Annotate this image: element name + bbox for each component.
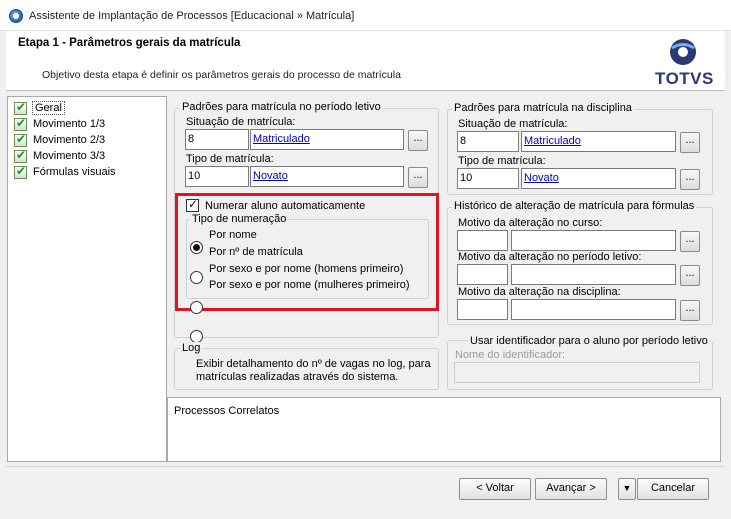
checked-step-icon xyxy=(14,164,27,179)
periodo-situacao-link[interactable]: Matriculado xyxy=(253,133,310,145)
back-button[interactable]: < Voltar xyxy=(459,478,531,500)
radio-por-matricula[interactable] xyxy=(190,271,203,284)
periodo-situacao-label: Situação de matrícula: xyxy=(186,116,296,128)
steps-tree: Geral Movimento 1/3 Movimento 2/3 Movime… xyxy=(7,96,167,462)
next-button[interactable]: Avançar > xyxy=(535,478,607,500)
step-description: Objetivo desta etapa é definir os parâme… xyxy=(42,69,401,81)
radio-por-nome-label: Por nome xyxy=(209,229,257,241)
tree-item-movimento-1[interactable]: Movimento 1/3 xyxy=(14,116,105,132)
periodo-tipo-label: Tipo de matrícula: xyxy=(186,153,274,165)
tree-item-label: Movimento 3/3 xyxy=(33,150,106,162)
totvs-logo-text: TOTVS xyxy=(655,69,714,88)
historico-curso-lookup-button[interactable]: ... xyxy=(680,231,700,252)
disciplina-tipo-lookup-button[interactable]: ... xyxy=(680,169,700,190)
checked-step-icon xyxy=(14,132,27,147)
tree-item-label: Movimento 1/3 xyxy=(33,118,106,130)
window-title: Assistente de Implantação de Processos [… xyxy=(29,10,355,22)
periodo-situacao-lookup-button[interactable]: ... xyxy=(408,130,428,151)
identificador-name-label: Nome do identificador: xyxy=(455,349,566,361)
radio-sexo-homens[interactable] xyxy=(190,301,203,314)
numerar-aluno-label: Numerar aluno automaticamente xyxy=(205,200,366,212)
disciplina-situacao-lookup-button[interactable]: ... xyxy=(680,132,700,153)
cancel-button[interactable]: Cancelar xyxy=(637,478,709,500)
historico-disciplina-lookup-button[interactable]: ... xyxy=(680,300,700,321)
historico-disciplina-label: Motivo da alteração na disciplina: xyxy=(458,286,621,298)
historico-curso-label: Motivo da alteração no curso: xyxy=(458,217,603,229)
group-periodo-title: Padrões para matrícula no período letivo xyxy=(180,101,383,113)
tree-item-movimento-2[interactable]: Movimento 2/3 xyxy=(14,132,105,148)
related-processes-title: Processos Correlatos xyxy=(174,405,280,417)
app-icon xyxy=(9,9,23,23)
disciplina-situacao-link[interactable]: Matriculado xyxy=(524,135,581,147)
periodo-tipo-code-input[interactable]: 10 xyxy=(185,166,249,187)
log-detalhamento-label-line1: Exibir detalhamento do nº de vagas no lo… xyxy=(196,358,431,370)
historico-periodo-label: Motivo da alteração no período letivo: xyxy=(458,251,642,263)
tree-item-label: Geral xyxy=(32,101,65,115)
step-title: Etapa 1 - Parâmetros gerais da matrícula xyxy=(18,37,241,49)
radio-por-nome[interactable] xyxy=(190,241,203,254)
options-dropdown-button[interactable]: ▼ xyxy=(618,478,636,500)
radio-por-matricula-label: Por nº de matrícula xyxy=(209,246,303,258)
triangle-down-icon: ▼ xyxy=(622,483,632,493)
disciplina-situacao-label: Situação de matrícula: xyxy=(458,118,568,130)
periodo-tipo-link[interactable]: Novato xyxy=(253,170,288,182)
checked-step-icon xyxy=(14,116,27,131)
identificador-name-input[interactable] xyxy=(454,362,700,383)
group-tipo-numeracao-title: Tipo de numeração xyxy=(190,213,289,225)
tree-item-label: Movimento 2/3 xyxy=(33,134,106,146)
disciplina-tipo-description[interactable]: Novato xyxy=(521,168,676,189)
log-detalhamento-label-line2: matrículas realizadas através do sistema… xyxy=(196,371,399,383)
disciplina-situacao-code-input[interactable]: 8 xyxy=(457,131,519,152)
periodo-tipo-lookup-button[interactable]: ... xyxy=(408,167,428,188)
tree-item-formulas-visuais[interactable]: Fórmulas visuais xyxy=(14,164,116,180)
historico-curso-description[interactable] xyxy=(511,230,676,251)
disciplina-situacao-description[interactable]: Matriculado xyxy=(521,131,676,152)
totvs-logo-icon xyxy=(670,39,696,65)
historico-periodo-lookup-button[interactable]: ... xyxy=(680,265,700,286)
disciplina-tipo-code-input[interactable]: 10 xyxy=(457,168,519,189)
historico-disciplina-code-input[interactable] xyxy=(457,299,508,320)
tree-item-label: Fórmulas visuais xyxy=(33,166,116,178)
tree-item-movimento-3[interactable]: Movimento 3/3 xyxy=(14,148,105,164)
usar-identificador-label: Usar identificador para o aluno por perí… xyxy=(468,335,710,347)
periodo-situacao-code-input[interactable]: 8 xyxy=(185,129,249,150)
group-log-title: Log xyxy=(180,342,203,354)
radio-sexo-homens-label: Por sexo e por nome (homens primeiro) xyxy=(209,263,404,275)
historico-periodo-description[interactable] xyxy=(511,264,676,285)
tree-item-geral[interactable]: Geral xyxy=(14,100,65,116)
checked-step-icon xyxy=(14,100,27,115)
checked-step-icon xyxy=(14,148,27,163)
periodo-situacao-description[interactable]: Matriculado xyxy=(250,129,404,150)
disciplina-tipo-label: Tipo de matrícula: xyxy=(458,155,546,167)
numerar-aluno-checkbox[interactable] xyxy=(186,197,199,212)
radio-sexo-mulheres-label: Por sexo e por nome (mulheres primeiro) xyxy=(209,279,410,291)
disciplina-tipo-link[interactable]: Novato xyxy=(524,172,559,184)
historico-curso-code-input[interactable] xyxy=(457,230,508,251)
historico-disciplina-description[interactable] xyxy=(511,299,676,320)
historico-periodo-code-input[interactable] xyxy=(457,264,508,285)
footer-divider xyxy=(6,466,725,467)
group-disciplina-title: Padrões para matrícula na disciplina xyxy=(452,102,634,114)
group-historico-title: Histórico de alteração de matrícula para… xyxy=(452,200,697,212)
periodo-tipo-description[interactable]: Novato xyxy=(250,166,404,187)
